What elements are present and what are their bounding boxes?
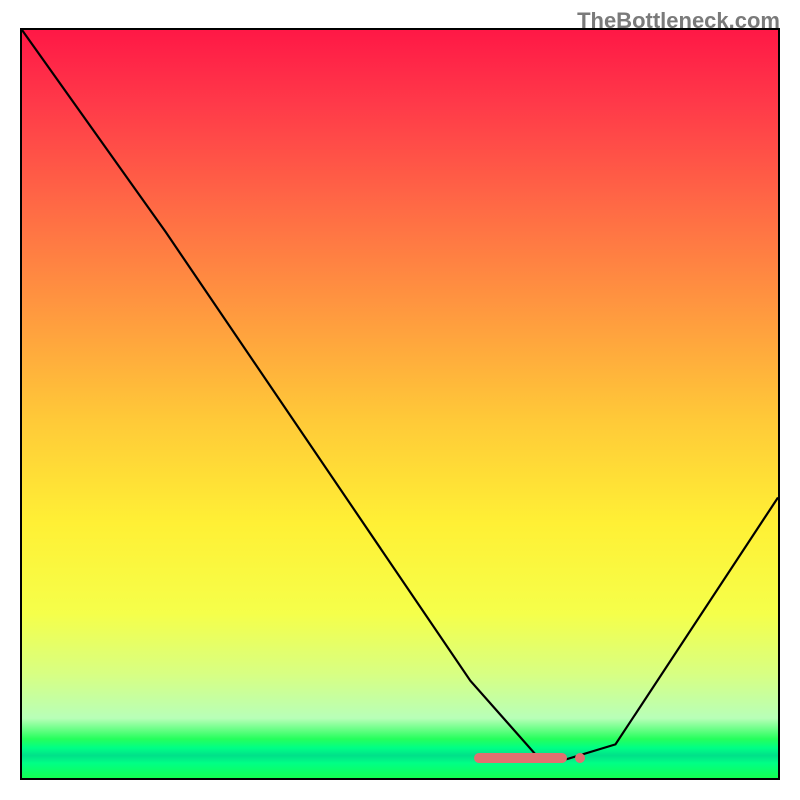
optimal-range-marker-end: [575, 753, 585, 763]
optimal-range-marker: [474, 753, 566, 763]
watermark-text: TheBottleneck.com: [577, 8, 780, 34]
chart-plot-area: [20, 28, 780, 780]
chart-line: [22, 30, 778, 778]
